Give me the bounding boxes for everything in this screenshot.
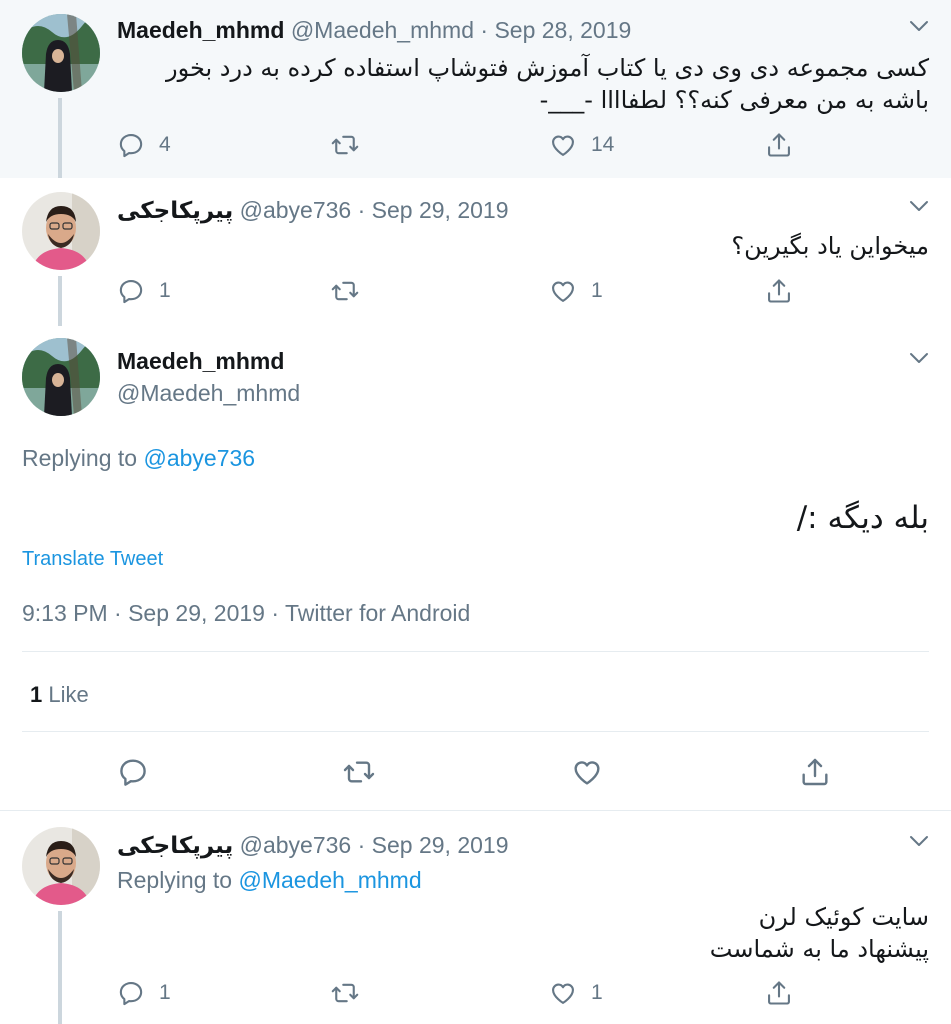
retweet-icon: [343, 756, 375, 788]
share-button[interactable]: [765, 277, 793, 305]
share-icon: [765, 979, 793, 1007]
main-tweet-actions: [117, 756, 857, 786]
tweet-3[interactable]: پیرپکاجکی @abye736 · Sep 29, 2019 Replyi…: [0, 811, 951, 1024]
share-icon: [765, 131, 793, 159]
reply-count: 1: [159, 981, 171, 1004]
like-count: 1: [591, 981, 603, 1004]
likes-stat-count: 1: [30, 682, 43, 707]
reply-icon: [117, 131, 145, 159]
tweet-header: Maedeh_mhmd @Maedeh_mhmd · Sep 28, 2019: [117, 17, 631, 44]
display-name[interactable]: Maedeh_mhmd: [117, 17, 284, 43]
reply-button[interactable]: 1: [117, 979, 171, 1007]
replying-to: Replying to @abye736: [22, 445, 255, 472]
reply-count: 4: [159, 133, 171, 156]
retweet-button[interactable]: [343, 756, 375, 788]
like-button[interactable]: 14: [549, 131, 614, 159]
avatar[interactable]: [22, 338, 100, 416]
display-name[interactable]: پیرپکاجکی: [117, 833, 233, 859]
reply-icon: [117, 979, 145, 1007]
retweet-icon: [331, 131, 359, 159]
retweet-button[interactable]: [331, 277, 373, 305]
like-icon: [549, 131, 577, 159]
like-count: 14: [591, 133, 615, 156]
tweet-header: پیرپکاجکی @abye736 · Sep 29, 2019: [117, 197, 509, 224]
like-button[interactable]: 1: [549, 277, 603, 305]
tweet-actions: 1 1: [117, 979, 817, 1009]
tweet-1[interactable]: Maedeh_mhmd @Maedeh_mhmd · Sep 28, 2019 …: [0, 0, 951, 178]
like-icon: [571, 756, 603, 788]
tweet-text: میخواین یاد بگیرین؟: [731, 232, 929, 260]
share-icon: [765, 277, 793, 305]
like-button[interactable]: [571, 756, 603, 788]
user-handle[interactable]: @abye736: [240, 832, 352, 858]
share-button[interactable]: [765, 979, 793, 1007]
replying-handle-link[interactable]: @abye736: [143, 445, 255, 471]
tweet-text: سایت کوئیک لرن پیشنهاد ما به شماست: [117, 901, 929, 965]
display-name[interactable]: پیرپکاجکی: [117, 198, 233, 224]
reply-icon: [117, 756, 149, 788]
like-icon: [549, 277, 577, 305]
tweet-header: پیرپکاجکی @abye736 · Sep 29, 2019: [117, 832, 509, 859]
chevron-down-icon[interactable]: [909, 835, 929, 847]
avatar[interactable]: [22, 827, 100, 905]
tweet-date[interactable]: Sep 28, 2019: [494, 17, 631, 43]
retweet-icon: [331, 979, 359, 1007]
chevron-down-icon[interactable]: [909, 352, 929, 364]
like-count: 1: [591, 279, 603, 302]
tweet-actions: 4 14: [117, 131, 817, 161]
reply-button[interactable]: [117, 756, 149, 788]
tweet-date[interactable]: Sep 29, 2019: [372, 197, 509, 223]
separator: ·: [357, 197, 366, 223]
retweet-button[interactable]: [331, 979, 373, 1007]
tweet-text: بله دیگه :/: [796, 500, 929, 536]
reply-count: 1: [159, 279, 171, 302]
replying-to: Replying to @Maedeh_mhmd: [117, 867, 422, 894]
divider: [22, 731, 929, 732]
tweet-text-line: پیشنهاد ما به شماست: [709, 935, 929, 963]
chevron-down-icon[interactable]: [909, 20, 929, 32]
thread-line: [58, 98, 62, 178]
main-tweet: Maedeh_mhmd @Maedeh_mhmd Replying to @ab…: [0, 326, 951, 810]
separator: ·: [480, 17, 489, 43]
translate-tweet-link[interactable]: Translate Tweet: [22, 548, 163, 571]
replying-handle-link[interactable]: @Maedeh_mhmd: [238, 867, 421, 893]
tweet-timestamp[interactable]: 9:13 PM · Sep 29, 2019 · Twitter for And…: [22, 600, 470, 627]
likes-stat[interactable]: 1 Like: [30, 682, 89, 708]
avatar[interactable]: [22, 192, 100, 270]
chevron-down-icon[interactable]: [909, 200, 929, 212]
tweet-actions: 1 1: [117, 277, 817, 307]
replying-label: Replying to: [22, 445, 138, 471]
thread-line: [58, 276, 62, 326]
separator: ·: [357, 832, 366, 858]
retweet-icon: [331, 277, 359, 305]
tweet-date[interactable]: Sep 29, 2019: [372, 832, 509, 858]
user-handle[interactable]: @abye736: [240, 197, 352, 223]
share-button[interactable]: [765, 131, 793, 159]
divider: [22, 651, 929, 652]
display-name[interactable]: Maedeh_mhmd: [117, 348, 284, 375]
share-icon: [799, 756, 831, 788]
likes-stat-label: Like: [48, 682, 89, 707]
replying-label: Replying to: [117, 867, 233, 893]
user-handle[interactable]: @Maedeh_mhmd: [291, 17, 474, 43]
reply-icon: [117, 277, 145, 305]
retweet-button[interactable]: [331, 131, 373, 159]
tweet-text-line: سایت کوئیک لرن: [758, 903, 929, 931]
avatar[interactable]: [22, 14, 100, 92]
thread-line: [58, 911, 62, 1024]
tweet-text: کسی مجموعه دی وی دی یا کتاب آموزش فتوشاپ…: [166, 54, 929, 114]
reply-button[interactable]: 1: [117, 277, 171, 305]
reply-button[interactable]: 4: [117, 131, 171, 159]
share-button[interactable]: [799, 756, 831, 788]
like-icon: [549, 979, 577, 1007]
user-handle[interactable]: @Maedeh_mhmd: [117, 380, 300, 407]
like-button[interactable]: 1: [549, 979, 603, 1007]
tweet-2[interactable]: پیرپکاجکی @abye736 · Sep 29, 2019 میخوای…: [0, 178, 951, 326]
